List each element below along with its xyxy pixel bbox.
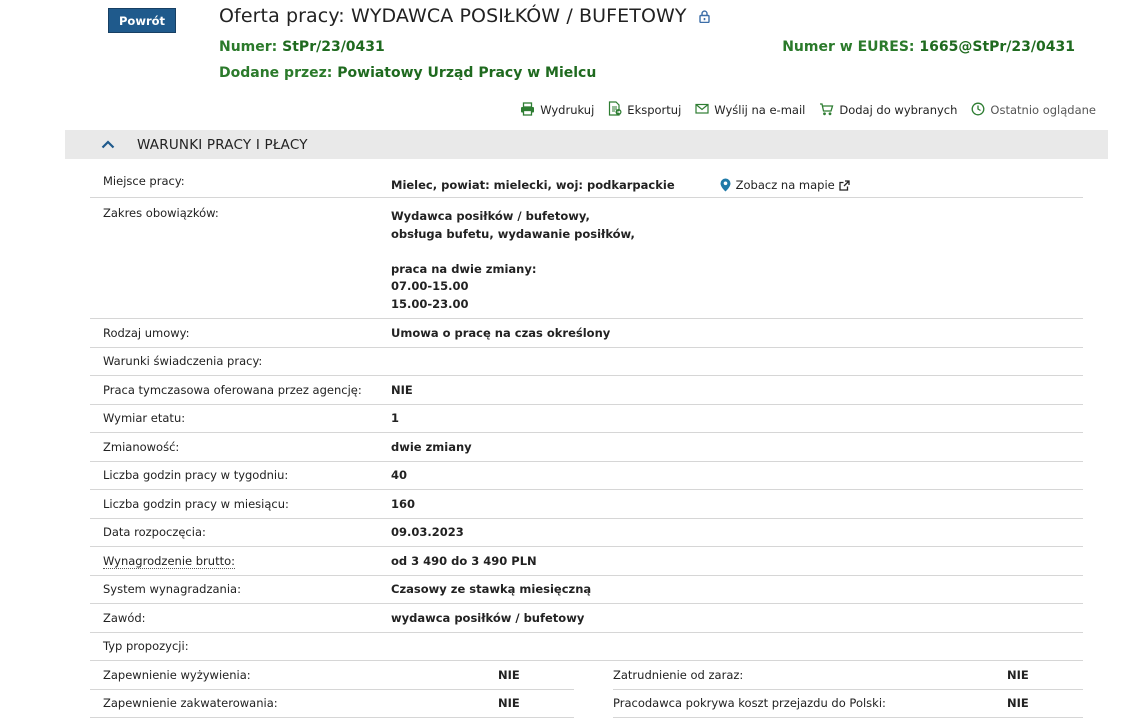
cart-icon xyxy=(819,102,839,119)
row-label: Zawód: xyxy=(103,610,146,625)
duty-line: 07.00-15.00 xyxy=(391,279,469,293)
table-row-split: Zapewnienie wyżywienia: NIE Zatrudnienie… xyxy=(90,661,1083,690)
table-row: Zmianowość: dwie zmiany xyxy=(90,433,1083,462)
conditions-table: Miejsce pracy: Mielec, powiat: mielecki,… xyxy=(90,167,1083,718)
send-email-button[interactable]: Wyślij na e-mail xyxy=(695,103,805,117)
page-title: Oferta pracy: WYDAWCA POSIŁKÓW / BUFETOW… xyxy=(219,5,687,27)
row-value: 160 xyxy=(391,496,416,511)
row-value: Umowa o pracę na czas określony xyxy=(391,325,611,340)
row-value: 09.03.2023 xyxy=(391,525,464,540)
duty-line: praca na dwie zmiany: xyxy=(391,261,537,276)
duty-line xyxy=(391,243,635,261)
row-label: Zapewnienie wyżywienia: xyxy=(103,667,251,682)
row-label: Zatrudnienie od zaraz: xyxy=(613,667,744,682)
table-row: System wynagradzania: Czasowy ze stawką … xyxy=(90,576,1083,604)
row-label: Data rozpoczęcia: xyxy=(103,525,206,540)
export-label: Eksportuj xyxy=(627,103,682,117)
row-value: od 3 490 do 3 490 PLN xyxy=(391,553,537,568)
added-by-value: Powiatowy Urząd Pracy w Mielcu xyxy=(337,65,597,81)
external-link-icon xyxy=(839,179,855,191)
row-label: System wynagradzania: xyxy=(103,582,241,597)
export-button[interactable]: Eksportuj xyxy=(608,101,681,119)
salary-label-tooltip[interactable]: Wynagrodzenie brutto: xyxy=(103,553,235,569)
row-label: Zmianowość: xyxy=(103,439,180,454)
row-value: Wydawca posiłków / bufetowy, obsługa buf… xyxy=(391,206,635,313)
eures-number: Numer w EURES: 1665@StPr/23/0431 xyxy=(782,39,1075,55)
duty-line: Wydawca posiłków / bufetowy, xyxy=(391,209,590,223)
export-icon xyxy=(608,101,627,119)
split-cell-left: Zapewnienie zakwaterowania: NIE xyxy=(90,690,574,718)
clock-icon xyxy=(971,102,990,119)
table-row: Warunki świadczenia pracy: xyxy=(90,348,1083,376)
added-by-label: Dodane przez: xyxy=(219,65,333,81)
map-link-label: Zobacz na mapie xyxy=(735,178,835,192)
row-label: Miejsce pracy: xyxy=(103,174,185,188)
offer-number-value: StPr/23/0431 xyxy=(282,39,385,55)
table-row: Typ propozycji: xyxy=(90,633,1083,661)
duty-line: obsługa bufetu, wydawanie posiłków, xyxy=(391,226,635,241)
back-button[interactable]: Powrót xyxy=(108,8,176,33)
table-row: Liczba godzin pracy w tygodniu: 40 xyxy=(90,462,1083,490)
row-label: Pracodawca pokrywa koszt przejazdu do Po… xyxy=(613,696,886,711)
row-value: 1 xyxy=(391,411,400,426)
row-label: Liczba godzin pracy w tygodniu: xyxy=(103,468,289,483)
action-toolbar: Wydrukuj Eksportuj Wyślij na e-mail Doda… xyxy=(520,101,1096,119)
table-row: Zakres obowiązków: Wydawca posiłków / bu… xyxy=(90,198,1083,319)
offer-number: Numer: StPr/23/0431 xyxy=(219,39,385,55)
map-pin-icon xyxy=(720,178,731,192)
row-label: Typ propozycji: xyxy=(103,639,189,654)
print-button[interactable]: Wydrukuj xyxy=(520,101,595,119)
row-label: Wymiar etatu: xyxy=(103,411,186,426)
split-cell-right: Pracodawca pokrywa koszt przejazdu do Po… xyxy=(613,690,1083,718)
title-row: Oferta pracy: WYDAWCA POSIŁKÓW / BUFETOW… xyxy=(219,5,710,27)
row-label: Zapewnienie zakwaterowania: xyxy=(103,696,278,711)
table-row: Zawód: wydawca posiłków / bufetowy xyxy=(90,604,1083,633)
add-to-favorites-button[interactable]: Dodaj do wybranych xyxy=(819,102,957,119)
print-label: Wydrukuj xyxy=(540,103,595,117)
row-label: Praca tymczasowa oferowana przez agencję… xyxy=(103,382,362,397)
row-label: Wynagrodzenie brutto: xyxy=(90,553,391,569)
table-row: Miejsce pracy: Mielec, powiat: mielecki,… xyxy=(90,167,1083,198)
row-value: 40 xyxy=(391,468,408,483)
table-row: Rodzaj umowy: Umowa o pracę na czas okre… xyxy=(90,319,1083,348)
eures-number-value: 1665@StPr/23/0431 xyxy=(919,39,1075,55)
lock-icon xyxy=(698,9,710,23)
row-label: Warunki świadczenia pracy: xyxy=(103,354,263,369)
place-value: Mielec, powiat: mielecki, woj: podkarpac… xyxy=(391,178,675,192)
table-row-split: Zapewnienie zakwaterowania: NIE Pracodaw… xyxy=(90,690,1083,718)
section-title: WARUNKI PRACY I PŁACY xyxy=(137,136,308,153)
row-value: NIE xyxy=(498,696,520,711)
split-cell-right: Zatrudnienie od zaraz: NIE xyxy=(613,661,1083,690)
recently-viewed-label: Ostatnio oglądane xyxy=(990,103,1096,117)
row-value: NIE xyxy=(1007,667,1029,682)
chevron-up-icon[interactable] xyxy=(101,140,115,149)
row-label: Zakres obowiązków: xyxy=(103,206,219,220)
map-link[interactable]: Zobacz na mapie xyxy=(720,178,855,192)
duty-line: 15.00-23.00 xyxy=(391,296,469,311)
row-value: NIE xyxy=(391,382,413,397)
add-to-favorites-label: Dodaj do wybranych xyxy=(839,103,958,117)
recently-viewed-button[interactable]: Ostatnio oglądane xyxy=(971,102,1096,119)
row-value: dwie zmiany xyxy=(391,439,472,454)
row-label: Rodzaj umowy: xyxy=(103,325,190,340)
row-value: NIE xyxy=(498,667,520,682)
table-row: Liczba godzin pracy w miesiącu: 160 xyxy=(90,490,1083,519)
printer-icon xyxy=(520,101,540,119)
table-row: Data rozpoczęcia: 09.03.2023 xyxy=(90,519,1083,547)
mail-icon xyxy=(695,103,714,117)
row-value: wydawca posiłków / bufetowy xyxy=(391,610,585,625)
table-row: Wymiar etatu: 1 xyxy=(90,405,1083,433)
added-by: Dodane przez: Powiatowy Urząd Pracy w Mi… xyxy=(219,65,596,81)
split-cell-left: Zapewnienie wyżywienia: NIE xyxy=(90,661,574,690)
table-row: Praca tymczasowa oferowana przez agencję… xyxy=(90,376,1083,405)
row-value: NIE xyxy=(1007,696,1029,711)
row-value: Czasowy ze stawką miesięczną xyxy=(391,582,592,597)
send-email-label: Wyślij na e-mail xyxy=(714,103,806,117)
row-label: Liczba godzin pracy w miesiącu: xyxy=(103,496,289,511)
row-value: Mielec, powiat: mielecki, woj: podkarpac… xyxy=(391,174,855,192)
offer-number-label: Numer: xyxy=(219,39,278,55)
section-header-work-conditions[interactable]: WARUNKI PRACY I PŁACY xyxy=(65,130,1108,159)
table-row: Wynagrodzenie brutto: od 3 490 do 3 490 … xyxy=(90,547,1083,576)
eures-number-label: Numer w EURES: xyxy=(782,39,915,55)
